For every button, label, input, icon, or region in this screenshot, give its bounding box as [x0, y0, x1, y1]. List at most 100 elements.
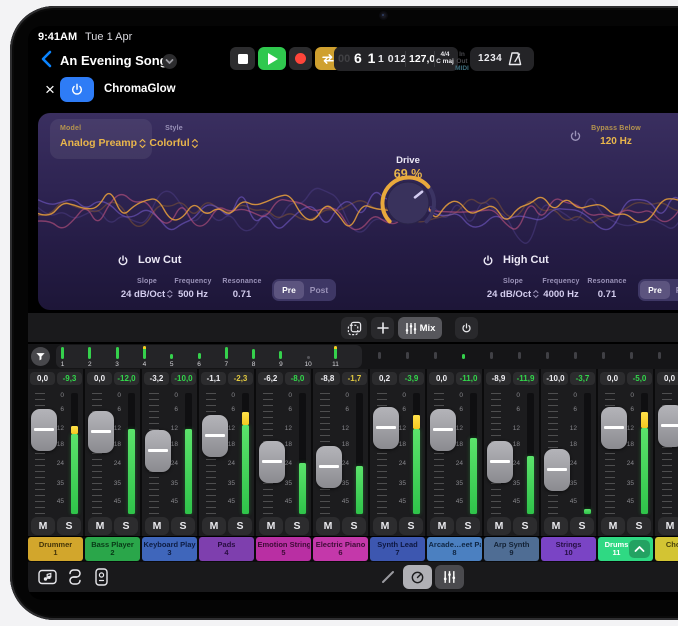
low-cut-resonance[interactable]: Resonance 0.71 [222, 278, 261, 300]
track-name-cell[interactable]: Emotion Strings5 [256, 537, 311, 561]
loop-browser-button[interactable] [64, 566, 86, 588]
track-name-cell[interactable]: Pads4 [199, 537, 254, 561]
scale-tick-label: 0 [50, 392, 64, 399]
high-cut-resonance[interactable]: Resonance 0.71 [587, 278, 626, 300]
volume-fader[interactable] [31, 409, 57, 451]
cycle-icon [321, 53, 335, 65]
plugin-power-button[interactable] [60, 77, 94, 102]
back-chevron-icon[interactable] [40, 50, 52, 68]
record-button[interactable] [289, 47, 312, 70]
high-cut-power-icon[interactable] [481, 254, 495, 268]
solo-button[interactable]: S [285, 517, 309, 535]
edit-pencil-button[interactable] [377, 566, 399, 588]
add-channel-button[interactable] [371, 317, 394, 339]
filter-channels-button[interactable] [31, 347, 50, 366]
mute-button[interactable]: M [601, 517, 625, 535]
volume-fader[interactable] [316, 446, 342, 488]
close-plugin-icon[interactable]: × [40, 79, 60, 101]
solo-button[interactable]: S [399, 517, 423, 535]
lcd-display[interactable]: 00 6 1 1 012 127,0 4/4 C maj In Out MIDI [334, 47, 458, 71]
level-meter [242, 393, 249, 514]
volume-fader[interactable] [145, 430, 171, 472]
mute-button[interactable]: M [31, 517, 55, 535]
bridge-meter-offscreen [630, 352, 633, 359]
bypass-power-icon[interactable] [568, 129, 583, 144]
count-in-button[interactable]: 1234 [478, 53, 502, 64]
low-cut-frequency[interactable]: Frequency 500 Hz [174, 278, 211, 300]
solo-button[interactable]: S [342, 517, 366, 535]
mute-button[interactable]: M [145, 517, 169, 535]
mute-button[interactable]: M [544, 517, 568, 535]
mix-button[interactable]: Mix [398, 317, 442, 339]
volume-fader[interactable] [88, 411, 114, 453]
media-browser-button[interactable] [36, 566, 58, 588]
bridge-visible-range[interactable] [56, 345, 362, 368]
mute-button[interactable]: M [373, 517, 397, 535]
high-cut-slope[interactable]: Slope 24 dB/Oct [487, 278, 539, 300]
mute-button[interactable]: M [658, 517, 678, 535]
low-cut-post-button[interactable]: Post [304, 281, 334, 299]
model-selector[interactable]: Model Analog Preamp [50, 119, 152, 159]
mixer-power-button[interactable] [455, 317, 478, 339]
mute-button[interactable]: M [487, 517, 511, 535]
track-name-cell[interactable]: Chorus V12 [655, 537, 678, 561]
solo-button[interactable]: S [570, 517, 594, 535]
copy-settings-button[interactable] [341, 317, 367, 339]
plugin-tile-button[interactable] [90, 566, 112, 588]
solo-button[interactable]: S [228, 517, 252, 535]
volume-fader[interactable] [658, 405, 678, 447]
volume-fader[interactable] [259, 441, 285, 483]
play-button[interactable] [258, 47, 286, 70]
mute-button[interactable]: M [88, 517, 112, 535]
solo-button[interactable]: S [114, 517, 138, 535]
track-name-cell[interactable]: Drums11 [598, 537, 653, 561]
collapse-stack-button[interactable] [629, 540, 650, 558]
track-name-cell[interactable]: Keyboard Player3 [142, 537, 197, 561]
channel-strip: 0,0-5,0061218243545MS [598, 369, 653, 536]
style-selector[interactable]: Style Colorful [149, 125, 198, 149]
low-cut-slope[interactable]: Slope 24 dB/Oct [121, 278, 173, 300]
low-cut-power-icon[interactable] [116, 254, 130, 268]
high-cut-pre-button[interactable]: Pre [640, 281, 670, 299]
mute-button[interactable]: M [259, 517, 283, 535]
track-name-cell[interactable]: Arcade…eet Pad8 [427, 537, 482, 561]
volume-fader[interactable] [601, 407, 627, 449]
mute-button[interactable]: M [430, 517, 454, 535]
high-cut-frequency[interactable]: Frequency 4000 Hz [542, 278, 579, 300]
volume-fader[interactable] [544, 449, 570, 491]
volume-fader[interactable] [487, 441, 513, 483]
solo-button[interactable]: S [456, 517, 480, 535]
solo-button[interactable]: S [171, 517, 195, 535]
track-name-cell[interactable]: Arp Synth9 [484, 537, 539, 561]
track-name-cell[interactable]: Synth Lead7 [370, 537, 425, 561]
scale-tick-label: 0 [164, 392, 178, 399]
solo-button[interactable]: S [513, 517, 537, 535]
volume-fader[interactable] [430, 409, 456, 451]
volume-readout: 0,0 [30, 372, 55, 385]
solo-button[interactable]: S [627, 517, 651, 535]
drive-knob[interactable] [376, 171, 440, 235]
solo-button[interactable]: S [57, 517, 81, 535]
track-name-cell[interactable]: Electric Piano6 [313, 537, 368, 561]
volume-fader[interactable] [202, 415, 228, 457]
bypass-below-field[interactable]: Bypass Below 120 Hz [591, 125, 641, 147]
volume-readout: 0,2 [372, 372, 397, 385]
track-name-cell[interactable]: Bass Player2 [85, 537, 140, 561]
low-cut-pre-button[interactable]: Pre [274, 281, 304, 299]
stop-button[interactable] [230, 47, 255, 70]
track-name-cell[interactable]: Drummer1 [28, 537, 83, 561]
volume-fader[interactable] [373, 407, 399, 449]
mute-button[interactable]: M [316, 517, 340, 535]
metronome-icon[interactable] [506, 51, 524, 67]
mute-button[interactable]: M [202, 517, 226, 535]
track-name-cell[interactable]: Strings10 [541, 537, 596, 561]
high-cut-post-button[interactable]: Post [670, 281, 678, 299]
mixer-view-button[interactable] [435, 565, 464, 589]
scale-tick-label: 0 [449, 392, 463, 399]
song-title[interactable]: An Evening Song [60, 53, 168, 68]
lcd-time-signature: 4/4 [436, 51, 454, 58]
controls-view-button[interactable] [403, 565, 432, 589]
song-title-chevron-icon[interactable] [162, 54, 177, 69]
scale-tick-label: 12 [506, 425, 520, 432]
play-icon [268, 53, 278, 65]
